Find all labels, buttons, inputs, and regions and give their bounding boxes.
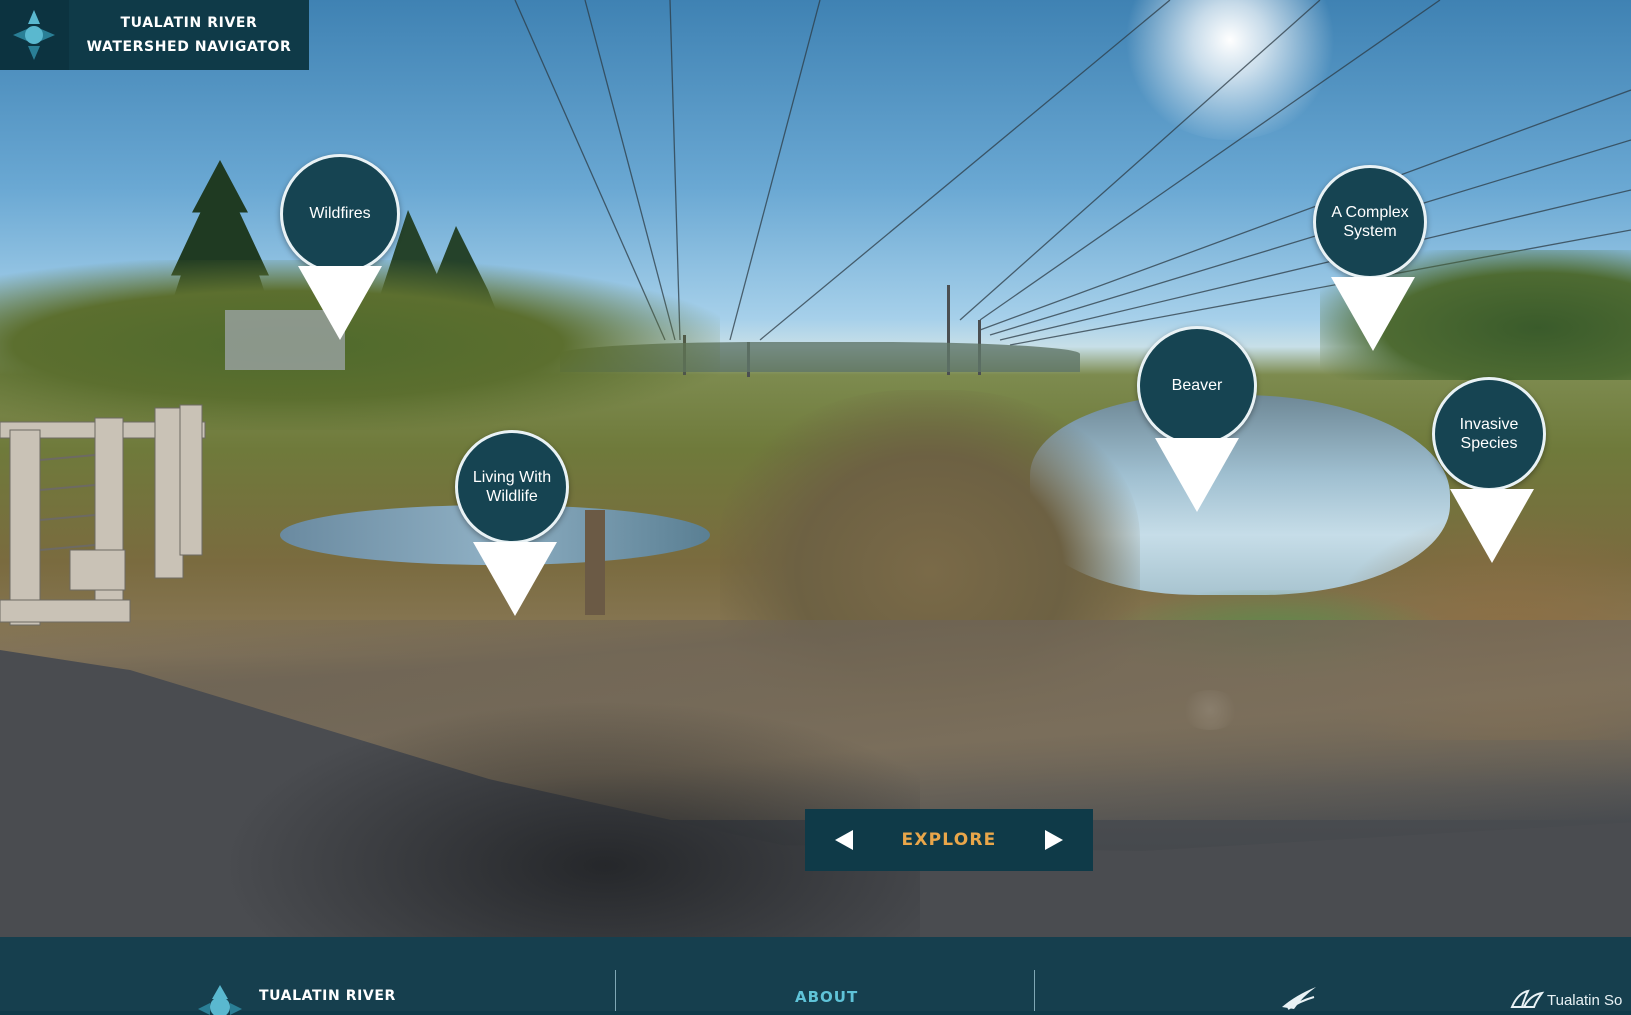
hotspot-label[interactable]: Invasive Species (1432, 377, 1546, 491)
hotspot-pointer-icon (1155, 438, 1239, 512)
site-title-line2: WATERSHED NAVIGATOR (86, 39, 292, 55)
hotspot-pointer-icon (1450, 489, 1534, 563)
footer-brand-text[interactable]: TUALATIN RIVER (259, 988, 396, 1004)
bird-logo-icon (1282, 987, 1316, 1010)
site-header: TUALATIN RIVER WATERSHED NAVIGATOR (0, 0, 309, 70)
bridge-railing (0, 404, 206, 626)
partner-logo-icon (1510, 989, 1545, 1008)
arrow-right-icon[interactable] (1045, 830, 1063, 850)
hotspot-pointer-icon (298, 266, 382, 340)
explore-navigator: EXPLORE (805, 809, 1093, 871)
compass-icon (13, 10, 55, 60)
hotspot-label[interactable]: Living With Wildlife (455, 430, 569, 544)
site-title-line1: TUALATIN RIVER (120, 15, 258, 31)
hotspot-label[interactable]: Beaver (1137, 326, 1257, 446)
hotspot-label[interactable]: Wildfires (280, 154, 400, 274)
hotspot-beaver[interactable]: Beaver (1137, 326, 1257, 512)
explore-label[interactable]: EXPLORE (902, 830, 997, 850)
footer-divider (1034, 970, 1035, 1011)
about-link[interactable]: ABOUT (795, 988, 858, 1006)
panorama-view[interactable]: Wildfires Living With Wildlife Beaver A … (0, 0, 1631, 937)
hotspot-invasive-species[interactable]: Invasive Species (1432, 377, 1552, 563)
site-title[interactable]: TUALATIN RIVER WATERSHED NAVIGATOR (69, 0, 309, 70)
site-footer: TUALATIN RIVER ABOUT Tualatin So (0, 937, 1631, 1015)
arrow-left-icon[interactable] (835, 830, 853, 850)
footer-divider (615, 970, 616, 1011)
hotspot-living-with-wildlife[interactable]: Living With Wildlife (455, 430, 575, 616)
fence-post (585, 510, 605, 615)
home-logo[interactable] (0, 0, 69, 70)
hotspot-wildfires[interactable]: Wildfires (280, 154, 400, 340)
hotspot-a-complex-system[interactable]: A Complex System (1313, 165, 1433, 351)
partner-link[interactable]: Tualatin So (1547, 992, 1622, 1009)
hotspot-pointer-icon (473, 542, 557, 616)
hotspot-pointer-icon (1331, 277, 1415, 351)
hotspot-label[interactable]: A Complex System (1313, 165, 1427, 279)
